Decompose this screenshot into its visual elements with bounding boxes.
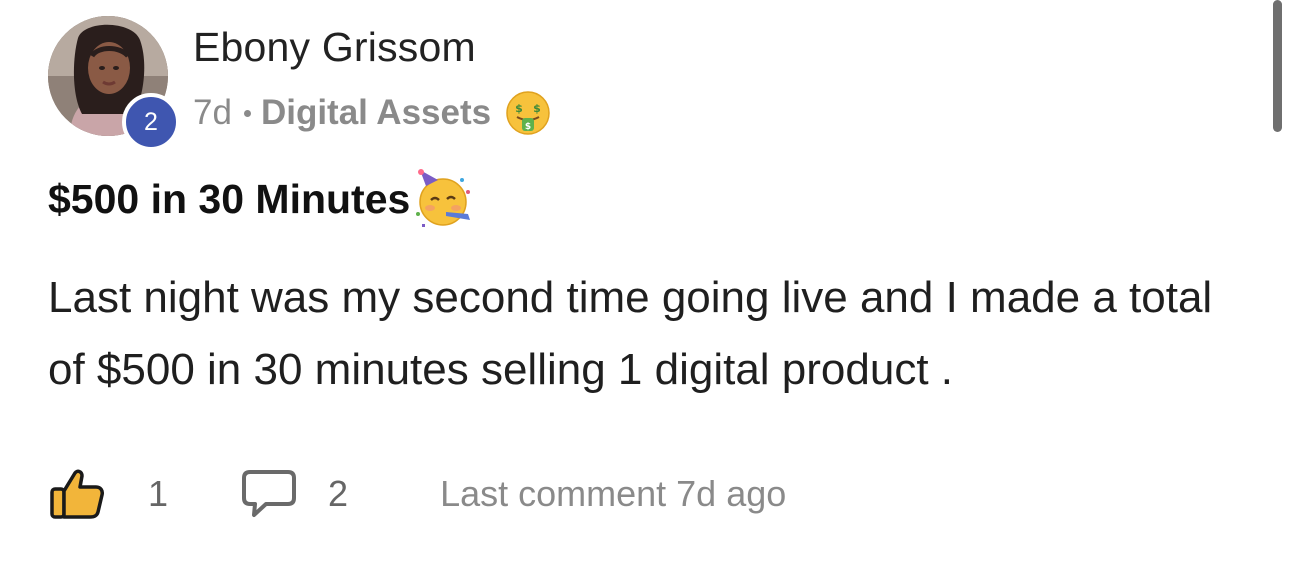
post-header: 2 Ebony Grissom 7d Digital Assets $ $ $ — [48, 16, 948, 151]
post-title[interactable]: $500 in 30 Minutes — [48, 176, 410, 223]
partying-face-icon — [416, 169, 471, 227]
like-button[interactable]: 1 — [48, 467, 168, 521]
comment-button[interactable]: 2 — [240, 468, 348, 520]
comment-count: 2 — [328, 473, 349, 514]
last-comment-time: Last comment 7d ago — [440, 473, 787, 514]
svg-text:$: $ — [525, 122, 531, 132]
category-link[interactable]: Digital Assets — [261, 93, 491, 133]
svg-text:$: $ — [533, 102, 541, 115]
separator-dot — [243, 109, 251, 117]
svg-text:$: $ — [515, 102, 523, 115]
comment-icon — [242, 470, 297, 517]
author-name[interactable]: Ebony Grissom — [193, 24, 476, 71]
post-body: Last night was my second time going live… — [48, 273, 1213, 394]
post-actions: 1 2 Last comment 7d ago — [48, 466, 948, 522]
post-time: 7d — [193, 93, 232, 132]
post-title-row: $500 in 30 Minutes — [48, 168, 474, 230]
post-meta: 7d Digital Assets $ $ $ — [193, 90, 551, 136]
level-badge: 2 — [122, 93, 180, 151]
scrollbar[interactable] — [1273, 0, 1282, 132]
thumbs-up-icon — [50, 469, 104, 519]
community-post: 2 Ebony Grissom 7d Digital Assets $ $ $ … — [0, 0, 1290, 574]
money-mouth-face-icon: $ $ $ — [506, 91, 550, 135]
like-count: 1 — [148, 473, 169, 514]
